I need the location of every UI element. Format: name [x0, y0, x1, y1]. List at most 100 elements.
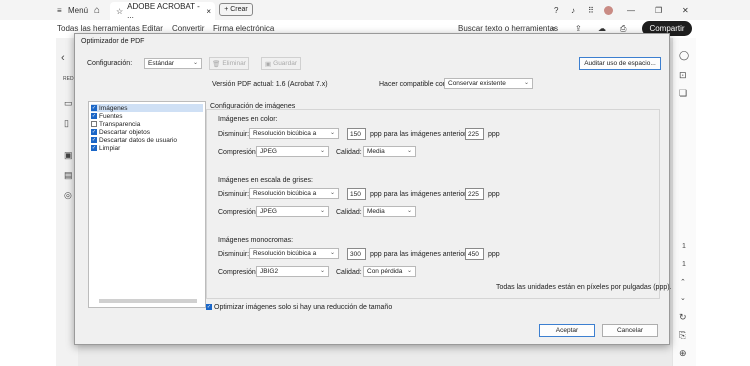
compression-label: Compresión:	[218, 269, 258, 276]
mono-quality-select[interactable]: Con pérdida ⌄	[363, 266, 416, 277]
checkbox-images[interactable]: ✓	[91, 105, 97, 111]
downsample-label: Disminuir:	[218, 251, 250, 258]
zoom-icon[interactable]: ⊕	[679, 348, 687, 359]
menu-esign[interactable]: Firma electrónica	[213, 24, 274, 33]
color-images-title: Imágenes en color:	[218, 116, 278, 123]
cloud-icon[interactable]: ☁	[598, 24, 606, 33]
gray-above-input[interactable]: 225	[465, 188, 484, 200]
compression-label: Compresión:	[218, 209, 258, 216]
color-above-input[interactable]: 225	[465, 128, 484, 140]
pages-icon[interactable]: ❏	[679, 88, 687, 99]
gray-images-title: Imágenes en escala de grises:	[218, 177, 313, 184]
color-compression-select[interactable]: JPEG ⌄	[256, 146, 329, 157]
ppi-for-label: ppp para las imágenes anteriores	[370, 131, 474, 138]
chevron-down-icon: ⌄	[329, 130, 335, 136]
checkbox-fonts[interactable]: ✓	[91, 113, 97, 119]
delete-button[interactable]: 🗑 Eliminar	[209, 57, 249, 70]
menu-all-tools[interactable]: Todas las herramientas	[57, 24, 140, 33]
units-note: Todas las unidades están en píxeles por …	[496, 284, 672, 291]
close-window-icon[interactable]: ✕	[682, 0, 689, 20]
save-button[interactable]: ▣ Guardar	[261, 57, 301, 70]
config-label: Configuración:	[87, 60, 133, 67]
tool-icon[interactable]: ▯	[64, 118, 69, 129]
mono-downsample-select[interactable]: Resolución bicúbica a ⌄	[249, 248, 339, 259]
gray-quality-select[interactable]: Media ⌄	[363, 206, 416, 217]
menu-label[interactable]: Menú	[68, 0, 88, 20]
compat-select[interactable]: Conservar existente ⌄	[444, 78, 533, 89]
tool-icon[interactable]: ▤	[64, 170, 73, 181]
audit-space-button[interactable]: Auditar uso de espacio...	[579, 57, 661, 70]
help-icon[interactable]: ?	[554, 0, 558, 20]
right-rail: ◯ ⊡ ❏ 1 1 ⌃ ⌄ ↻ ⎘ ⊕	[672, 38, 696, 366]
gray-downsample-select[interactable]: Resolución bicúbica a ⌄	[249, 188, 339, 199]
color-quality-select[interactable]: Media ⌄	[363, 146, 416, 157]
category-list: ✓ Imágenes ✓ Fuentes Transparencia ✓ Descar…	[88, 101, 206, 308]
checkbox-transparency[interactable]	[91, 121, 97, 127]
ppi-for-label: ppp para las imágenes anteriores	[370, 191, 474, 198]
minimize-icon[interactable]: —	[627, 0, 635, 20]
copy-icon[interactable]: ⎘	[679, 330, 686, 341]
compression-label: Compresión:	[218, 149, 258, 156]
tool-icon[interactable]: ◎	[64, 190, 72, 201]
compat-value: Conservar existente	[448, 80, 506, 87]
checkbox-clean-up[interactable]: ✓	[91, 145, 97, 151]
new-tab-button[interactable]: + Crear	[219, 3, 253, 16]
tab-title: ADOBE ACROBAT - ...	[127, 2, 200, 20]
menu-edit[interactable]: Editar	[142, 24, 163, 33]
apps-icon[interactable]: ⠿	[588, 0, 594, 20]
ppp-label: ppp	[488, 251, 500, 258]
chevron-down-icon: ⌄	[406, 208, 412, 214]
list-item-fonts[interactable]: ✓ Fuentes	[91, 112, 123, 120]
home-icon[interactable]: ⌂	[94, 0, 100, 20]
document-tab[interactable]: ☆ ADOBE ACROBAT - ... ×	[110, 2, 215, 20]
search-label[interactable]: Buscar texto o herramientas	[458, 24, 558, 33]
back-arrow-icon[interactable]: ‹	[61, 52, 65, 64]
upload-icon[interactable]: ⇪	[575, 24, 582, 33]
hamburger-icon[interactable]: ≡	[57, 0, 62, 20]
chevron-down-icon: ⌄	[329, 190, 335, 196]
list-item-transparency[interactable]: Transparencia	[91, 120, 140, 128]
page-number[interactable]: 1	[682, 243, 686, 250]
horizontal-scrollbar[interactable]	[99, 299, 197, 303]
star-icon[interactable]: ☆	[116, 7, 123, 16]
dialog-title: Optimizador de PDF	[81, 38, 145, 45]
checkbox-discard-user-data[interactable]: ✓	[91, 137, 97, 143]
list-item-discard-user-data[interactable]: ✓ Descartar datos de usuario	[91, 136, 177, 144]
downsample-label: Disminuir:	[218, 191, 250, 198]
ppi-for-label: ppp para las imágenes anteriores	[370, 251, 474, 258]
checkbox-discard-objects[interactable]: ✓	[91, 129, 97, 135]
chevron-down-icon[interactable]: ⌄	[680, 294, 686, 302]
pdf-optimizer-dialog: Optimizador de PDF Configuración: Estánd…	[74, 33, 672, 345]
bell-icon[interactable]: ♪	[571, 0, 575, 20]
config-select[interactable]: Estándar ⌄	[144, 58, 202, 69]
chevron-down-icon: ⌄	[329, 250, 335, 256]
accept-button[interactable]: Aceptar	[539, 324, 595, 337]
avatar[interactable]	[604, 0, 613, 20]
bookmark-icon[interactable]: ⊡	[679, 70, 687, 81]
close-tab-icon[interactable]: ×	[206, 7, 211, 16]
mono-ppi-input[interactable]: 300	[347, 248, 366, 260]
chevron-down-icon: ⌄	[319, 268, 325, 274]
color-downsample-select[interactable]: Resolución bicúbica a ⌄	[249, 128, 339, 139]
list-item-images[interactable]: ✓ Imágenes	[91, 104, 203, 112]
list-item-clean-up[interactable]: ✓ Limpiar	[91, 144, 120, 152]
restore-icon[interactable]: ❐	[655, 0, 662, 20]
cancel-button[interactable]: Cancelar	[602, 324, 658, 337]
gray-ppi-input[interactable]: 150	[347, 188, 366, 200]
tool-icon[interactable]: ▣	[64, 150, 73, 161]
optimize-only-checkbox[interactable]: ✓	[206, 304, 212, 310]
chevron-up-icon[interactable]: ⌃	[680, 278, 686, 286]
refresh-icon[interactable]: ↻	[679, 312, 687, 323]
tool-icon[interactable]: ▭	[64, 98, 73, 109]
color-ppi-input[interactable]: 150	[347, 128, 366, 140]
mono-compression-select[interactable]: JBIG2 ⌄	[256, 266, 329, 277]
menu-convert[interactable]: Convertir	[172, 24, 204, 33]
list-item-discard-objects[interactable]: ✓ Descartar objetos	[91, 128, 150, 136]
optimize-only-option[interactable]: ✓ Optimizar imágenes solo si hay una red…	[206, 303, 392, 311]
quality-label: Calidad:	[336, 269, 362, 276]
left-rail-label: RED	[63, 76, 74, 82]
comment-icon[interactable]: ◯	[679, 50, 689, 61]
gray-compression-select[interactable]: JPEG ⌄	[256, 206, 329, 217]
mono-above-input[interactable]: 450	[465, 248, 484, 260]
compat-label: Hacer compatible con:	[379, 81, 449, 88]
